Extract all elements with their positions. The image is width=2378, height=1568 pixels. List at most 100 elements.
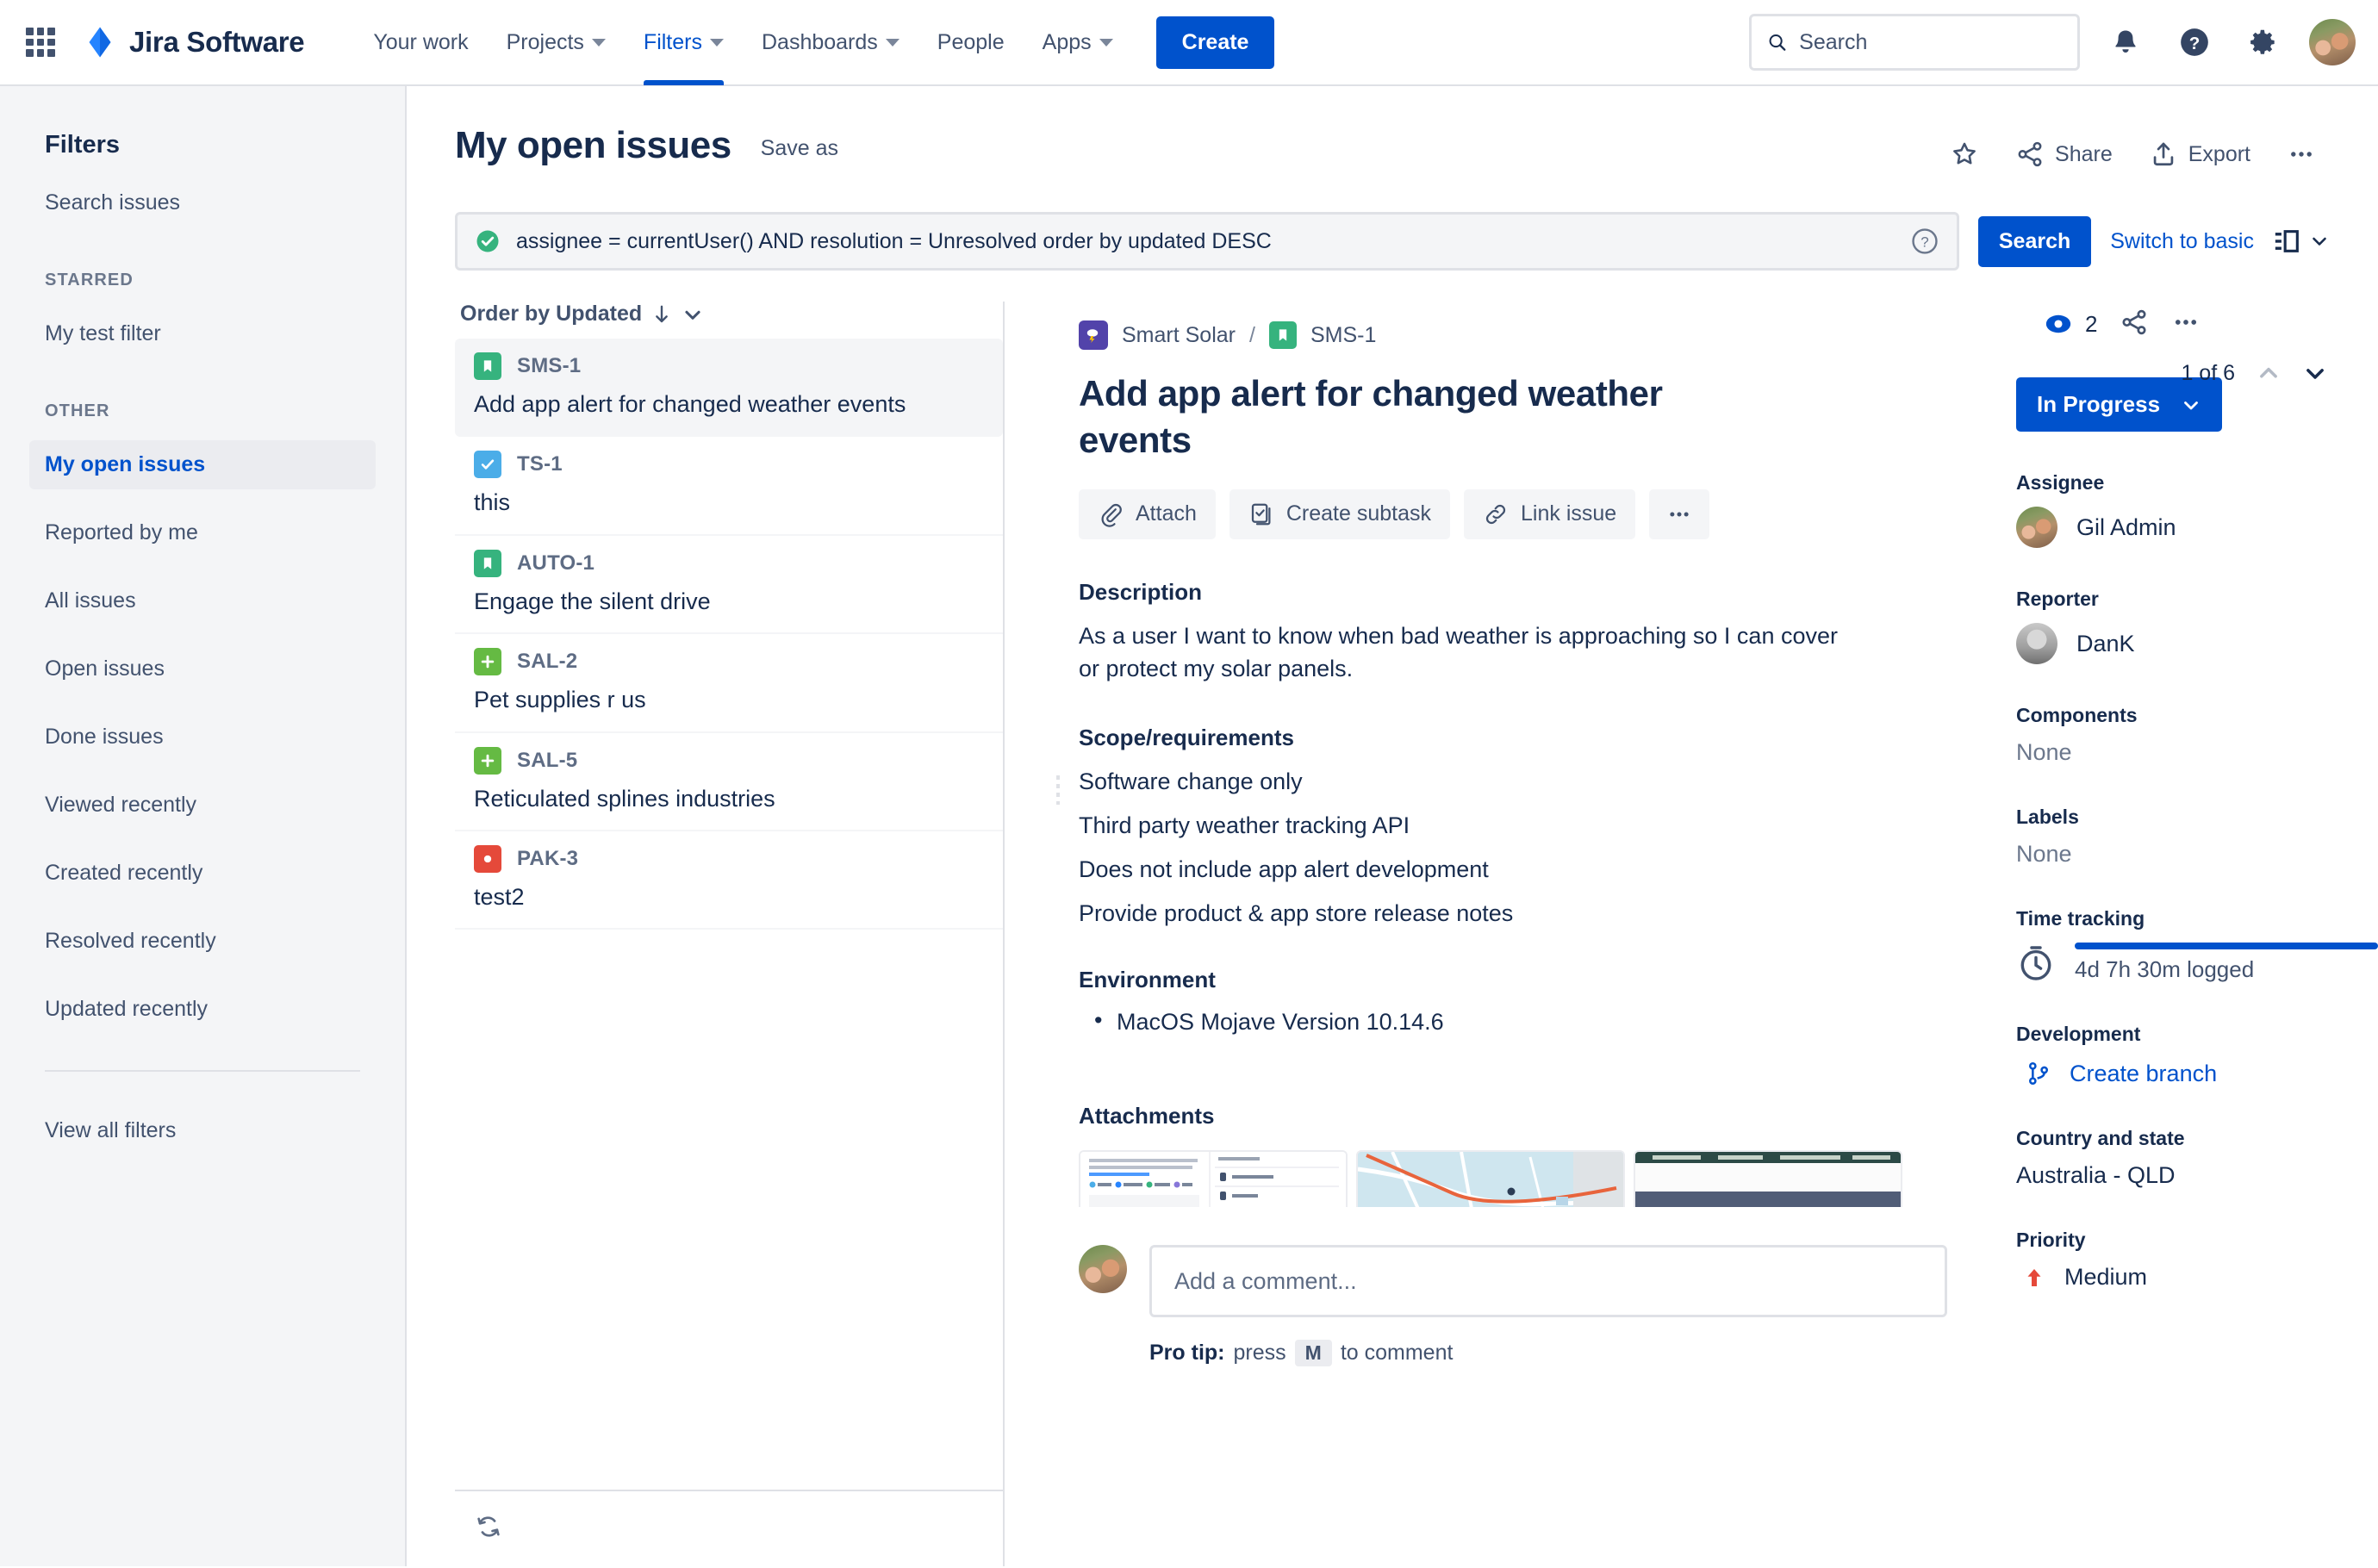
bug-type-icon <box>474 845 501 873</box>
sidebar-item-created-recently[interactable]: Created recently <box>29 849 376 898</box>
app-switcher-icon[interactable] <box>22 24 59 60</box>
search-input[interactable] <box>1799 30 2062 55</box>
nav-item-people[interactable]: People <box>918 0 1024 85</box>
create-subtask-button[interactable]: Create subtask <box>1229 489 1450 539</box>
country-state-value[interactable]: Australia - QLD <box>2016 1162 2378 1189</box>
sidebar-item-all-issues[interactable]: All issues <box>29 576 376 625</box>
jql-search-button[interactable]: Search <box>1978 216 2091 267</box>
watchers-button[interactable]: 2 <box>2044 309 2097 339</box>
export-button[interactable]: Export <box>2135 129 2264 179</box>
field-priority: Priority Medium <box>2016 1229 2378 1291</box>
issue-meta-more-button[interactable] <box>2171 308 2201 341</box>
nav-item-your-work[interactable]: Your work <box>354 0 487 85</box>
jira-logo-link[interactable]: Jira Software <box>83 25 304 59</box>
sidebar-item-my-open-issues[interactable]: My open issues <box>29 440 376 489</box>
issue-list-item-sms-1[interactable]: SMS-1 Add app alert for changed weather … <box>455 339 1003 437</box>
scope-heading: Scope/requirements <box>1079 725 1947 751</box>
page-title: My open issues <box>455 124 731 167</box>
reporter-value[interactable]: DanK <box>2016 623 2378 664</box>
issue-summary: this <box>474 488 984 516</box>
share-icon <box>2120 308 2149 337</box>
jql-help-icon[interactable]: ? <box>1910 227 1939 256</box>
chevron-down-icon <box>2181 395 2201 415</box>
field-development: Development Create branch <box>2016 1023 2378 1087</box>
sidebar-item-reported-by-me[interactable]: Reported by me <box>29 508 376 557</box>
assignee-value[interactable]: Gil Admin <box>2016 507 2378 548</box>
sidebar-item-viewed-recently[interactable]: Viewed recently <box>29 781 376 830</box>
jql-query-text: assignee = currentUser() AND resolution … <box>516 229 1895 254</box>
story-type-icon <box>474 352 501 380</box>
description-heading: Description <box>1079 579 1947 606</box>
switch-to-basic-link[interactable]: Switch to basic <box>2110 229 2254 254</box>
sidebar-item-search-issues[interactable]: Search issues <box>29 178 376 227</box>
chevron-down-icon <box>886 39 900 47</box>
sidebar-item-my-test-filter[interactable]: My test filter <box>29 309 376 358</box>
attachment-thumbnail[interactable] <box>1356 1150 1625 1207</box>
profile-avatar[interactable] <box>2309 19 2356 65</box>
issue-more-actions-button[interactable] <box>1649 489 1709 539</box>
attachment-thumbnail[interactable] <box>1634 1150 1902 1207</box>
create-button[interactable]: Create <box>1156 16 1275 69</box>
issue-summary: Engage the silent drive <box>474 588 984 615</box>
pagination-label: 1 of 6 <box>2181 361 2235 386</box>
sidebar-item-done-issues[interactable]: Done issues <box>29 712 376 762</box>
previous-issue-button[interactable] <box>2256 360 2282 386</box>
components-value[interactable]: None <box>2016 739 2378 766</box>
issue-list-item-auto-1[interactable]: AUTO-1 Engage the silent drive <box>455 536 1003 634</box>
nav-item-apps[interactable]: Apps <box>1024 0 1132 85</box>
issue-summary: test2 <box>474 883 984 911</box>
nav-item-dashboards[interactable]: Dashboards <box>743 0 918 85</box>
watch-eye-icon <box>2044 309 2073 339</box>
add-comment-row: Pro tip: press M to comment <box>1079 1245 1947 1366</box>
layout-toggle-button[interactable] <box>2273 227 2330 256</box>
priority-value[interactable]: Medium <box>2016 1264 2378 1291</box>
issue-detail-panel: Smart Solar / SMS-1 Add app alert for ch… <box>1005 302 2378 1566</box>
issue-list-item-ts-1[interactable]: TS-1 this <box>455 437 1003 535</box>
notifications-icon[interactable] <box>2102 19 2149 65</box>
time-tracking-value[interactable]: 4d 7h 30m logged <box>2016 943 2378 983</box>
watch-count: 2 <box>2085 311 2097 338</box>
issue-list-item-sal-2[interactable]: SAL-2 Pet supplies r us <box>455 634 1003 732</box>
link-issue-button[interactable]: Link issue <box>1464 489 1635 539</box>
sidebar-item-view-all-filters[interactable]: View all filters <box>29 1106 376 1155</box>
issue-key-row: TS-1 <box>474 451 984 478</box>
share-button[interactable]: Share <box>2001 129 2126 179</box>
breadcrumb-project-link[interactable]: Smart Solar <box>1122 323 1236 348</box>
sidebar-item-open-issues[interactable]: Open issues <box>29 644 376 694</box>
star-icon <box>1950 140 1979 169</box>
protip-key: M <box>1295 1340 1332 1366</box>
attachment-thumbnail[interactable] <box>1079 1150 1348 1207</box>
sidebar-item-updated-recently[interactable]: Updated recently <box>29 985 376 1034</box>
save-as-button[interactable]: Save as <box>761 136 838 161</box>
more-icon <box>2171 308 2201 337</box>
breadcrumb-issue-link[interactable]: SMS-1 <box>1310 323 1376 348</box>
jql-input-field[interactable]: assignee = currentUser() AND resolution … <box>455 212 1959 271</box>
issue-list-item-sal-5[interactable]: SAL-5 Reticulated splines industries <box>455 733 1003 831</box>
sidebar-item-resolved-recently[interactable]: Resolved recently <box>29 917 376 966</box>
comment-box: Pro tip: press M to comment <box>1149 1245 1947 1366</box>
help-icon[interactable]: ? <box>2171 19 2218 65</box>
avatar <box>2016 623 2057 664</box>
time-tracking-body: 4d 7h 30m logged <box>2075 943 2378 983</box>
search-icon <box>1767 31 1787 53</box>
field-label: Time tracking <box>2016 907 2378 930</box>
issue-list-item-pak-3[interactable]: PAK-3 test2 <box>455 831 1003 930</box>
global-search-box[interactable] <box>1749 14 2080 71</box>
nav-item-projects[interactable]: Projects <box>488 0 625 85</box>
comment-input[interactable] <box>1149 1245 1947 1317</box>
chevron-down-icon <box>1099 39 1113 47</box>
order-by-control[interactable]: Order by Updated <box>455 302 1003 339</box>
star-filter-button[interactable] <box>1936 129 1993 179</box>
create-branch-link[interactable]: Create branch <box>2016 1060 2378 1087</box>
settings-icon[interactable] <box>2240 19 2287 65</box>
more-actions-button[interactable] <box>2273 129 2330 179</box>
issue-share-button[interactable] <box>2120 308 2149 341</box>
attach-button[interactable]: Attach <box>1079 489 1216 539</box>
refresh-icon[interactable] <box>474 1512 503 1541</box>
next-issue-button[interactable] <box>2302 360 2328 386</box>
requirement-item: Software change only <box>1079 768 1947 795</box>
nav-item-filters[interactable]: Filters <box>625 0 743 85</box>
labels-value[interactable]: None <box>2016 841 2378 868</box>
field-reporter: Reporter DanK <box>2016 588 2378 664</box>
nav-label: Apps <box>1043 30 1092 55</box>
